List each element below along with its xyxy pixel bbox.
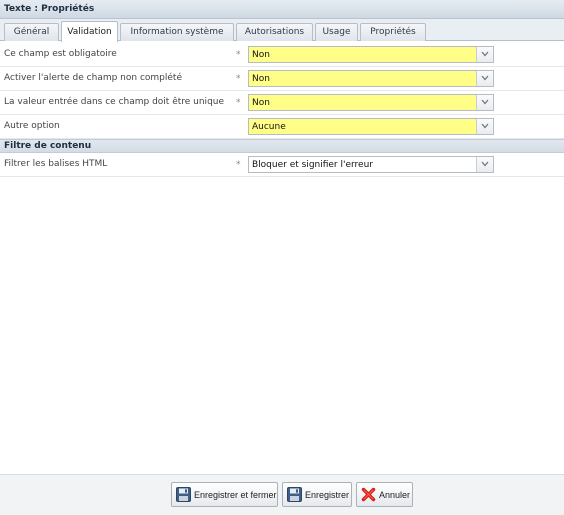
field-row-unique-value: La valeur entrée dans ce champ doit être… xyxy=(0,91,564,115)
tab-general[interactable]: Général xyxy=(4,23,59,41)
chevron-down-icon[interactable] xyxy=(476,119,493,134)
required-mark: * xyxy=(236,98,241,108)
tab-bar: Général Validation Information système A… xyxy=(0,19,564,42)
field-row-incomplete-alert: Activer l'alerte de champ non complété *… xyxy=(0,67,564,91)
tab-authorizations[interactable]: Autorisations xyxy=(236,23,313,41)
chevron-down-icon[interactable] xyxy=(476,157,493,172)
required-select[interactable]: Non xyxy=(248,46,494,63)
tab-validation[interactable]: Validation xyxy=(61,21,118,42)
red-x-icon xyxy=(361,487,376,504)
field-row-other-option: Autre option Aucune xyxy=(0,115,564,139)
select-value: Non xyxy=(252,50,270,60)
field-label: La valeur entrée dans ce champ doit être… xyxy=(4,97,225,107)
window-title: Texte : Propriétés xyxy=(0,0,564,19)
field-label: Activer l'alerte de champ non complété xyxy=(4,73,182,83)
select-value: Non xyxy=(252,98,270,108)
field-row-html-filter: Filtrer les balises HTML * Bloquer et si… xyxy=(0,153,564,177)
save-and-close-label: Enregistrer et fermer xyxy=(194,490,277,500)
save-label: Enregistrer xyxy=(305,490,350,500)
field-label: Ce champ est obligatoire xyxy=(4,49,117,59)
select-value: Aucune xyxy=(252,122,286,132)
footer-bar: Enregistrer et fermer Enregistrer Annule… xyxy=(0,474,564,515)
select-value: Bloquer et signifier l'erreur xyxy=(252,160,373,170)
field-label: Filtrer les balises HTML xyxy=(4,159,108,169)
save-and-close-button[interactable]: Enregistrer et fermer xyxy=(171,482,278,507)
field-row-required: Ce champ est obligatoire * Non xyxy=(0,43,564,67)
cancel-button[interactable]: Annuler xyxy=(356,482,413,507)
chevron-down-icon[interactable] xyxy=(476,71,493,86)
section-header-content-filter: Filtre de contenu xyxy=(0,139,564,153)
cancel-label: Annuler xyxy=(379,490,411,500)
tab-system-information[interactable]: Information système xyxy=(120,23,234,41)
select-value: Non xyxy=(252,74,270,84)
tab-usage[interactable]: Usage xyxy=(315,23,358,41)
floppy-disk-icon xyxy=(287,487,302,504)
incomplete-alert-select[interactable]: Non xyxy=(248,70,494,87)
chevron-down-icon[interactable] xyxy=(476,47,493,62)
tab-properties[interactable]: Propriétés xyxy=(360,23,426,41)
chevron-down-icon[interactable] xyxy=(476,95,493,110)
required-mark: * xyxy=(236,74,241,84)
floppy-disk-icon xyxy=(176,487,191,504)
required-mark: * xyxy=(236,50,241,60)
required-mark: * xyxy=(236,160,241,170)
other-option-select[interactable]: Aucune xyxy=(248,118,494,135)
save-button[interactable]: Enregistrer xyxy=(282,482,352,507)
html-filter-select[interactable]: Bloquer et signifier l'erreur xyxy=(248,156,494,173)
unique-value-select[interactable]: Non xyxy=(248,94,494,111)
field-label: Autre option xyxy=(4,121,60,131)
